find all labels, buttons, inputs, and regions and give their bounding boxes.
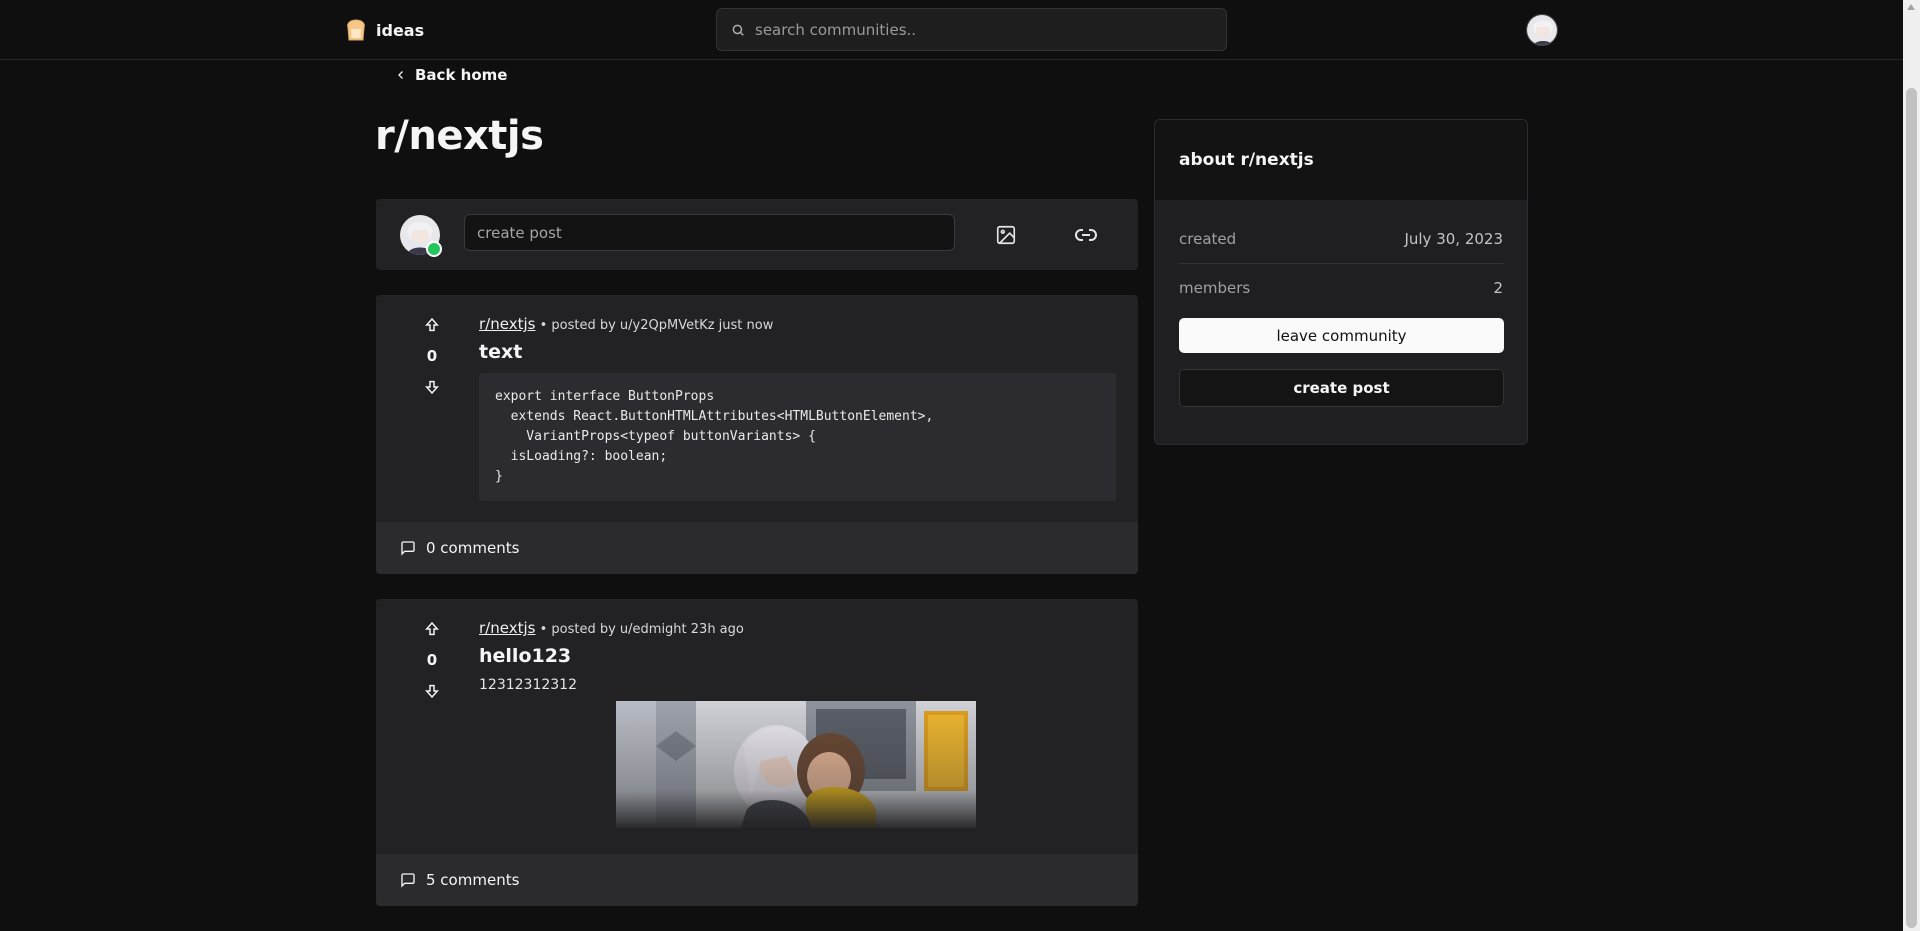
create-post-input[interactable] [464, 214, 955, 251]
chevron-left-icon [398, 71, 403, 79]
comments-count: 5 comments [426, 871, 520, 889]
brand-link[interactable]: ideas [344, 18, 424, 42]
link-button[interactable] [1066, 215, 1106, 255]
members-row: members 2 [1179, 279, 1503, 297]
search-input[interactable] [755, 20, 1195, 39]
about-community-panel: about r/nextjs created July 30, 2023 mem… [1154, 119, 1528, 445]
post-title[interactable]: hello123 [479, 645, 976, 667]
subreddit-link[interactable]: r/nextjs [479, 315, 535, 333]
scroll-up-arrow-icon[interactable] [1907, 4, 1915, 10]
bread-logo-icon [347, 19, 365, 41]
post-author-time: • posted by u/y2QpMVetKz just now [535, 318, 774, 333]
subreddit-link[interactable]: r/nextjs [479, 619, 535, 637]
post-meta: r/nextjs • posted by u/edmight 23h ago [479, 619, 976, 637]
avatar-image [1527, 15, 1557, 45]
scrollbar-thumb[interactable] [1906, 88, 1917, 928]
comments-link[interactable]: 5 comments [376, 854, 1138, 906]
post-card[interactable]: 0 r/nextjs • posted by u/y2QpMVetKz just… [376, 295, 1138, 574]
comments-count: 0 comments [426, 539, 520, 557]
online-status-dot [426, 241, 442, 257]
message-square-icon [401, 873, 415, 888]
post-text: 12312312312 [479, 677, 577, 693]
anime-illustration-image [616, 701, 976, 828]
search-icon [732, 24, 744, 36]
page-scrollbar[interactable] [1903, 0, 1920, 931]
vote-column: 0 [412, 317, 452, 395]
top-navbar: ideas [0, 0, 1903, 60]
members-value: 2 [1493, 279, 1503, 297]
brand-name: ideas [376, 20, 425, 40]
members-label: members [1179, 279, 1251, 297]
vote-count: 0 [426, 347, 438, 365]
create-post-button[interactable]: create post [1179, 369, 1504, 407]
code-block: export interface ButtonProps extends Rea… [479, 373, 1116, 501]
about-heading: about r/nextjs [1155, 120, 1527, 200]
divider [1179, 263, 1503, 264]
post-image[interactable] [616, 701, 976, 828]
upvote-icon[interactable] [424, 621, 440, 637]
created-label: created [1179, 230, 1237, 248]
upvote-icon[interactable] [424, 317, 440, 333]
downvote-icon[interactable] [424, 379, 440, 395]
vote-count: 0 [426, 651, 438, 669]
post-meta: r/nextjs • posted by u/y2QpMVetKz just n… [479, 315, 1116, 333]
post-title[interactable]: text [479, 341, 1116, 363]
leave-community-button[interactable]: leave community [1179, 318, 1504, 353]
message-square-icon [401, 541, 415, 556]
comments-link[interactable]: 0 comments [376, 522, 1138, 574]
link-icon [1075, 229, 1097, 241]
post-author-time: • posted by u/edmight 23h ago [535, 622, 744, 637]
created-value: July 30, 2023 [1404, 230, 1503, 248]
create-post-card [376, 199, 1138, 270]
created-row: created July 30, 2023 [1179, 230, 1503, 248]
user-avatar[interactable] [1526, 14, 1558, 46]
vote-column: 0 [412, 621, 452, 699]
post-body: r/nextjs • posted by u/y2QpMVetKz just n… [479, 315, 1116, 501]
search-bar[interactable] [716, 8, 1227, 51]
image-icon [996, 225, 1016, 245]
downvote-icon[interactable] [424, 683, 440, 699]
back-home-link[interactable]: Back home [395, 66, 507, 84]
post-card[interactable]: 0 r/nextjs • posted by u/edmight 23h ago… [376, 599, 1138, 906]
image-upload-button[interactable] [986, 215, 1026, 255]
back-home-label: Back home [415, 66, 508, 84]
page-title: r/nextjs [375, 113, 544, 159]
post-body: r/nextjs • posted by u/edmight 23h ago h… [479, 619, 976, 828]
